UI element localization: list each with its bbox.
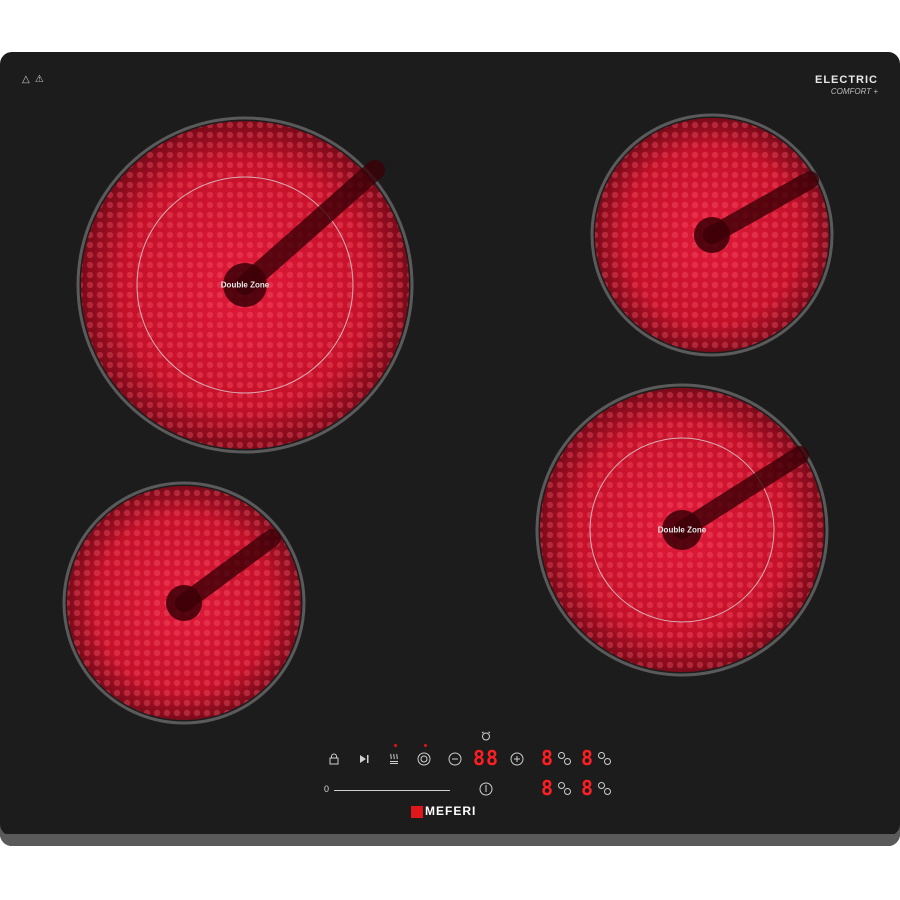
logo-text: MEFERI	[425, 804, 477, 818]
minus-icon[interactable]	[448, 752, 462, 766]
timer-alarm-icon	[480, 730, 492, 742]
timer-display: 88	[473, 746, 500, 770]
zone-display-rear-left: 8	[541, 776, 555, 800]
zone-indicator-icon	[598, 782, 612, 796]
keep-warm-icon[interactable]	[387, 752, 401, 766]
power-slider[interactable]	[334, 790, 450, 791]
power-icon-svg	[479, 782, 493, 796]
zone-bottom-right[interactable]: Double Zone	[535, 380, 830, 680]
zone-display-front-left: 8	[541, 746, 555, 770]
zone-display-rear-right: 8	[581, 776, 595, 800]
brand-logo: MEFERI	[411, 804, 476, 818]
zone-indicator-icon	[558, 782, 572, 796]
logo-mark-icon	[411, 805, 423, 818]
zone-indicator-icon	[558, 752, 572, 766]
lock-icon[interactable]	[327, 752, 341, 766]
heating-element-medium	[590, 113, 834, 357]
plus-icon-svg	[510, 752, 524, 766]
electric-label: ELECTRIC	[815, 74, 878, 86]
zone-display-front-right: 8	[581, 746, 595, 770]
timer-alarm-icon-svg	[481, 731, 491, 741]
play-pause-icon[interactable]	[357, 752, 371, 766]
heating-element-medium	[62, 481, 306, 725]
zone-label: Double Zone	[657, 525, 707, 535]
indicator-dot	[424, 744, 427, 747]
cooktop-edge	[0, 834, 900, 846]
zone-top-left[interactable]: Double Zone	[75, 110, 415, 460]
indicator-dot	[394, 744, 397, 747]
dual-zone-icon[interactable]	[417, 752, 431, 766]
minus-icon-svg	[448, 752, 462, 766]
zone-top-right[interactable]	[590, 110, 835, 360]
comfort-label: COMFORT +	[830, 87, 878, 96]
power-icon[interactable]	[479, 782, 493, 796]
lock-icon-svg	[329, 753, 339, 765]
zone-label: Double Zone	[220, 280, 270, 290]
plus-icon[interactable]	[510, 752, 524, 766]
keep-warm-icon-svg	[390, 753, 398, 764]
zone-bottom-left[interactable]	[62, 478, 307, 728]
zone-indicator-icon	[598, 752, 612, 766]
slider-min-label: 0	[324, 784, 330, 794]
electric-comfort-badge: ELECTRIC COMFORT +	[815, 74, 878, 96]
dual-zone-icon-svg	[417, 752, 431, 766]
play-pause-icon-svg	[360, 755, 369, 763]
warning-icons: △ ⚠	[22, 74, 45, 85]
